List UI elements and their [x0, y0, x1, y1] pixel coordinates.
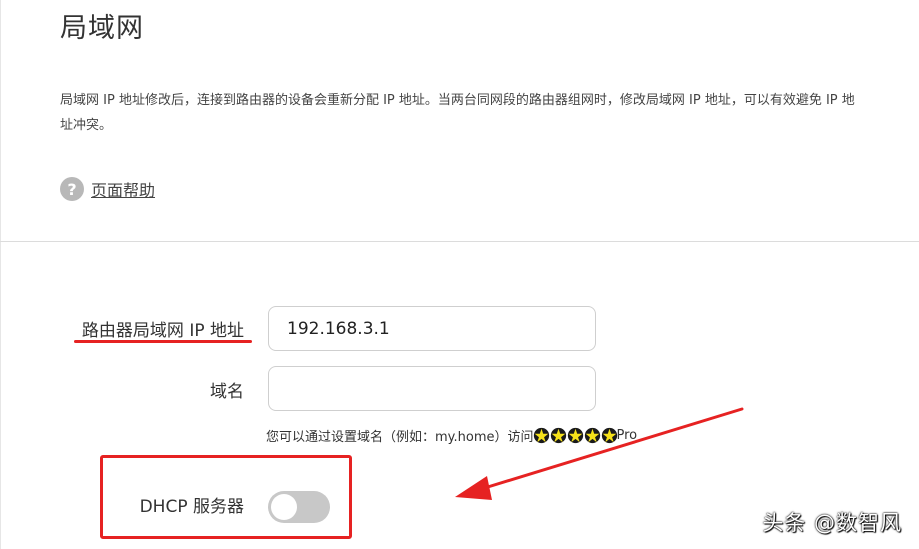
lan-ip-label: 路由器局域网 IP 地址: [81, 321, 244, 341]
lan-settings-page: 局域网 局域网 IP 地址修改后，连接到路由器的设备会重新分配 IP 地址。当两…: [0, 0, 919, 549]
lan-ip-input[interactable]: [268, 306, 596, 351]
domain-hint-suffix: Pro: [616, 428, 638, 443]
redaction-star-icon: [550, 427, 566, 444]
dhcp-server-toggle[interactable]: [268, 491, 330, 523]
page-title: 局域网: [60, 13, 144, 44]
domain-input[interactable]: [268, 366, 596, 411]
toggle-knob: [271, 494, 297, 520]
page-help-link[interactable]: ? 页面帮助: [60, 177, 155, 201]
question-circle-icon: ?: [60, 177, 84, 201]
watermark: 头条 @数智风: [762, 511, 902, 535]
domain-label: 域名: [210, 382, 244, 402]
red-underline-annotation: [74, 340, 252, 343]
domain-hint: 您可以通过设置域名（例如：my.home）访问 Pro: [266, 426, 637, 445]
help-link-label: 页面帮助: [91, 181, 156, 200]
page-description: 局域网 IP 地址修改后，连接到路由器的设备会重新分配 IP 地址。当两台同网段…: [60, 93, 855, 133]
domain-hint-text: 您可以通过设置域名（例如：my.home）访问: [266, 430, 534, 445]
redaction-star-icon: [584, 427, 600, 444]
redaction-star-icon: [533, 427, 549, 444]
header-section: 局域网 局域网 IP 地址修改后，连接到路由器的设备会重新分配 IP 地址。当两…: [0, 0, 919, 242]
redaction-star-icon: [567, 427, 583, 444]
redaction-star-icon: [601, 427, 617, 444]
redaction-stars: [533, 427, 618, 444]
dhcp-server-label: DHCP 服务器: [139, 497, 244, 517]
